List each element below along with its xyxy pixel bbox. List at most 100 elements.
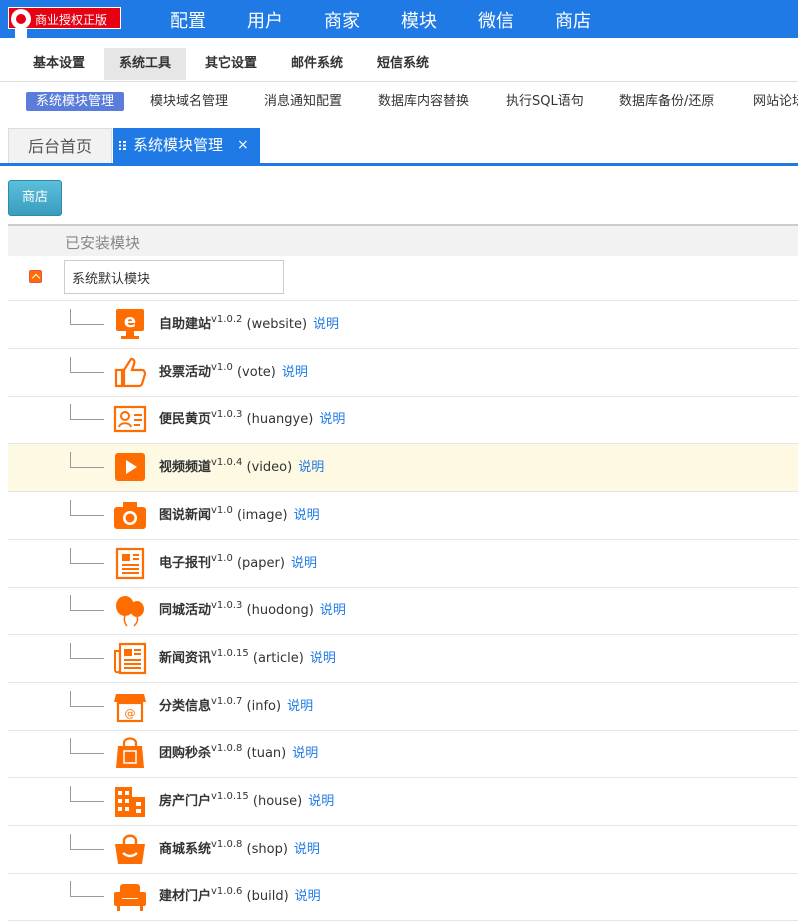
- topnav-modules[interactable]: 模块: [401, 7, 437, 33]
- subnav-sms-system[interactable]: 短信系统: [362, 48, 444, 80]
- tree-connector: [70, 786, 104, 802]
- toolnav: 系统模块管理 模块域名管理 消息通知配置 数据库内容替换 执行SQL语句 数据库…: [0, 82, 798, 120]
- topnav-users[interactable]: 用户: [247, 7, 283, 33]
- balloon-icon: [116, 596, 144, 627]
- module-description-link[interactable]: 说明: [282, 365, 308, 380]
- module-description-link[interactable]: 说明: [294, 842, 320, 857]
- module-description-link[interactable]: 说明: [319, 412, 345, 427]
- module-row: 视频频道v1.0.4 (video) 说明: [8, 444, 798, 493]
- module-name: 商城系统: [159, 841, 212, 857]
- module-key: (video): [246, 460, 293, 476]
- module-row: 便民黄页v1.0.3 (huangye) 说明: [8, 396, 798, 445]
- module-description-link[interactable]: 说明: [294, 508, 320, 523]
- subnav-basic-settings[interactable]: 基本设置: [18, 48, 100, 80]
- collapse-toggle-icon[interactable]: [29, 270, 42, 283]
- module-info: 视频频道v1.0.4 (video) 说明: [159, 456, 324, 475]
- tree-connector: [70, 356, 104, 373]
- module-key: (paper): [236, 555, 285, 571]
- module-version: v1.0: [211, 552, 233, 564]
- module-key: (website): [246, 317, 308, 332]
- module-name: 电子报刊: [159, 555, 212, 571]
- module-key: (huodong): [246, 603, 314, 619]
- toolnav-db-replace[interactable]: 数据库内容替换: [378, 92, 469, 111]
- module-description-link[interactable]: 说明: [298, 460, 324, 475]
- module-info: 建材门户v1.0.6 (build) 说明: [159, 885, 321, 904]
- module-row: 投票活动v1.0 (vote) 说明: [8, 349, 798, 397]
- toolnav-execute-sql[interactable]: 执行SQL语句: [506, 92, 584, 111]
- module-row: 房产门户v1.0.15 (house) 说明: [8, 778, 798, 826]
- medal-icon: [11, 9, 31, 29]
- building-icon: [115, 787, 145, 817]
- top-bar: 商业授权正版 配置 用户 商家 模块 微信 商店: [0, 0, 798, 42]
- subnav-system-tools[interactable]: 系统工具: [104, 48, 187, 80]
- store-button[interactable]: 商店: [8, 180, 62, 216]
- tab-bar: 后台首页 系统模块管理 ×: [0, 128, 798, 166]
- module-description-link[interactable]: 说明: [320, 603, 346, 618]
- topnav-store[interactable]: 商店: [555, 7, 591, 33]
- module-info: 商城系统v1.0.8 (shop) 说明: [159, 838, 320, 857]
- module-name: 建材门户: [159, 889, 212, 905]
- subnav: 基本设置 系统工具 其它设置 邮件系统 短信系统: [0, 38, 798, 82]
- module-description-link[interactable]: 说明: [295, 889, 321, 904]
- svg-text:e: e: [124, 311, 136, 332]
- installed-modules-title: 已安装模块: [65, 234, 141, 252]
- module-description-link[interactable]: 说明: [308, 794, 334, 809]
- module-key: (shop): [246, 841, 288, 857]
- module-info: 电子报刊v1.0 (paper) 说明: [159, 552, 317, 571]
- module-version: v1.0.8: [211, 743, 243, 755]
- close-icon[interactable]: ×: [237, 128, 249, 163]
- ie-icon: e: [116, 309, 144, 339]
- tree-connector: [70, 833, 104, 850]
- license-badge: 商业授权正版: [8, 7, 121, 42]
- module-key: (info): [246, 698, 282, 714]
- tree-connector: [70, 738, 104, 755]
- module-info: 分类信息v1.0.7 (info) 说明: [159, 695, 313, 714]
- group-name-input[interactable]: [64, 260, 284, 294]
- module-key: (huangye): [246, 412, 314, 428]
- module-info: 自助建站v1.0.2 (website) 说明: [159, 313, 339, 332]
- license-badge-label: 商业授权正版: [35, 13, 108, 27]
- module-name: 图说新闻: [159, 507, 212, 523]
- topnav-merchants[interactable]: 商家: [324, 7, 360, 33]
- tab-module-management[interactable]: 系统模块管理 ×: [113, 128, 260, 163]
- thumbs-up-icon: [114, 357, 147, 387]
- module-key: (tuan): [246, 746, 287, 762]
- module-name: 新闻资讯: [159, 650, 212, 666]
- module-version: v1.0: [211, 361, 233, 373]
- module-version: v1.0.4: [211, 457, 243, 469]
- module-name: 视频频道: [159, 460, 212, 476]
- tree-connector: [70, 547, 104, 564]
- module-row: @ 分类信息v1.0.7 (info) 说明: [8, 683, 798, 731]
- module-description-link[interactable]: 说明: [291, 556, 317, 571]
- topnav-wechat[interactable]: 微信: [478, 7, 514, 33]
- module-description-link[interactable]: 说明: [310, 651, 336, 666]
- tab-module-management-label: 系统模块管理: [133, 136, 224, 154]
- module-description-link[interactable]: 说明: [292, 746, 318, 761]
- tree-connector: [70, 690, 104, 707]
- topnav-config[interactable]: 配置: [170, 7, 206, 33]
- module-description-link[interactable]: 说明: [287, 699, 313, 714]
- sofa-icon: [114, 884, 146, 912]
- module-name: 分类信息: [159, 698, 212, 714]
- module-version: v1.0.3: [211, 600, 243, 612]
- module-name: 同城活动: [159, 603, 212, 619]
- tree-connector: [70, 595, 104, 612]
- tab-dashboard-home[interactable]: 后台首页: [8, 128, 112, 163]
- toolnav-module-management[interactable]: 系统模块管理: [26, 92, 125, 111]
- camera-icon: [114, 501, 146, 529]
- module-version: v1.0.15: [211, 791, 249, 802]
- module-row: 电子报刊v1.0 (paper) 说明: [8, 540, 798, 588]
- module-row: 新闻资讯v1.0.15 (article) 说明: [8, 635, 798, 683]
- toolnav-forum[interactable]: 网站论坛: [753, 92, 798, 111]
- module-version: v1.0.15: [211, 647, 249, 659]
- toolnav-module-domain[interactable]: 模块域名管理: [150, 92, 228, 111]
- toolnav-db-backup[interactable]: 数据库备份/还原: [619, 92, 714, 111]
- module-description-link[interactable]: 说明: [313, 317, 339, 332]
- module-row: 建材门户v1.0.6 (build) 说明: [8, 873, 798, 922]
- module-key: (vote): [236, 364, 276, 380]
- toolnav-notification-config[interactable]: 消息通知配置: [264, 92, 342, 111]
- subnav-mail-system[interactable]: 邮件系统: [276, 48, 358, 80]
- module-info: 便民黄页v1.0.3 (huangye) 说明: [159, 408, 345, 427]
- module-info: 图说新闻v1.0 (image) 说明: [159, 504, 320, 523]
- subnav-other-settings[interactable]: 其它设置: [190, 48, 272, 80]
